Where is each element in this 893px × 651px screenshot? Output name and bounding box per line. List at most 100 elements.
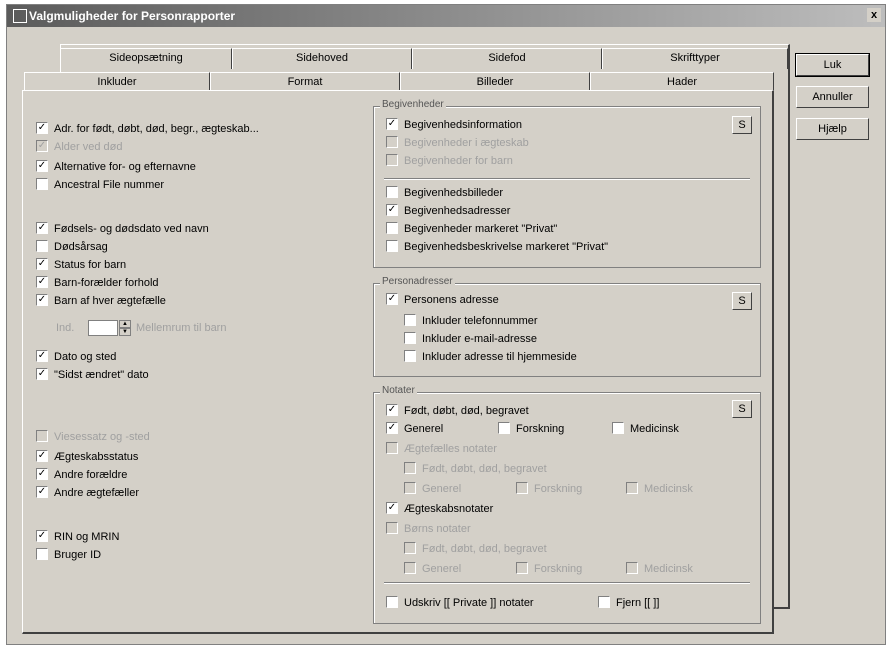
address-option-0[interactable]: ✓ Personens adresse [386,293,499,309]
option-13[interactable]: ✓ Andre forældre [36,468,127,484]
spin-down-icon[interactable]: ▼ [119,328,131,336]
checkbox-checked-icon: ✓ [36,276,48,289]
checkbox-label: Forskning [534,483,583,495]
events-group-title: Begivenheder [380,99,446,110]
notes-option-10: Børns notater [386,522,471,538]
option-14[interactable]: ✓ Andre ægtefæller [36,486,139,502]
checkbox-empty-icon [404,314,416,327]
checkbox-label: Barn af hver ægtefælle [54,295,166,307]
checkbox-empty-icon [386,154,398,167]
checkbox-label: RIN og MRIN [54,531,120,543]
option-2[interactable]: ✓ Alternative for- og efternavne [36,160,196,176]
checkbox-empty-icon [386,522,398,535]
checkbox-label: Født, døbt, død, begravet [404,405,529,417]
checkbox-label: Begivenheder for barn [404,155,513,167]
checkbox-checked-icon: ✓ [36,530,48,543]
address-s-button[interactable]: S [732,292,752,310]
address-option-2[interactable]: Inkluder e-mail-adresse [404,332,537,348]
notes-option-2[interactable]: Forskning [498,422,564,438]
option-11: Viesessatz og -sted [36,430,150,446]
checkbox-checked-icon: ✓ [386,293,398,306]
event-option-0[interactable]: ✓ Begivenhedsinformation [386,118,522,134]
event-option-1: Begivenheder i ægteskab [386,136,529,152]
checkbox-label: Ægteskabsstatus [54,451,139,463]
events-s-button[interactable]: S [732,116,752,134]
checkbox-empty-icon [386,186,398,199]
checkbox-checked-icon: ✓ [36,140,48,153]
notes-option-15[interactable]: Udskriv [[ Private ]] notater [386,596,534,612]
checkbox-label: "Sidst ændret" dato [54,369,149,381]
close-button[interactable]: x [867,8,881,22]
help-button[interactable]: Hjælp [796,118,869,140]
checkbox-empty-icon [598,596,610,609]
option-9[interactable]: ✓ Dato og sted [36,350,116,366]
address-group-title: Personadresser [380,276,455,287]
ok-button[interactable]: Luk [795,53,870,77]
checkbox-label: Begivenheder markeret "Privat" [404,223,558,235]
tab-sidefod[interactable]: Sidefod [412,48,602,69]
checkbox-label: Begivenhedsinformation [404,119,523,131]
checkbox-label: Medicinsk [644,483,693,495]
checkbox-label: Født, døbt, død, begravet [422,543,547,555]
spacing-input[interactable] [88,320,118,336]
notes-option-1[interactable]: ✓ Generel [386,422,443,438]
event-option-4[interactable]: ✓ Begivenhedsadresser [386,204,510,220]
spinner-suffix: Mellemrum til barn [136,322,227,334]
option-1: ✓ Alder ved død [36,140,122,156]
notes-option-7: Forskning [516,482,582,498]
notes-option-9[interactable]: ✓ Ægteskabsnotater [386,502,493,518]
checkbox-label: Andre ægtefæller [54,487,139,499]
checkbox-label: Medicinsk [644,563,693,575]
address-option-3[interactable]: Inkluder adresse til hjemmeside [404,350,577,366]
checkbox-empty-icon [404,350,416,363]
notes-group-title: Notater [380,385,417,396]
spin-up-icon[interactable]: ▲ [119,320,131,328]
option-16[interactable]: Bruger ID [36,548,101,564]
checkbox-checked-icon: ✓ [36,258,48,271]
option-7[interactable]: ✓ Barn-forælder forhold [36,276,159,292]
address-option-1[interactable]: Inkluder telefonnummer [404,314,538,330]
tab-sidehoved[interactable]: Sidehoved [232,48,412,69]
checkbox-checked-icon: ✓ [36,122,48,135]
checkbox-empty-icon [386,240,398,253]
notes-option-14: Medicinsk [626,562,693,578]
checkbox-label: Begivenheder i ægteskab [404,137,529,149]
checkbox-checked-icon: ✓ [386,118,398,131]
checkbox-checked-icon: ✓ [36,368,48,381]
option-12[interactable]: ✓ Ægteskabsstatus [36,450,138,466]
checkbox-label: Forskning [516,423,565,435]
event-option-6[interactable]: Begivenhedsbeskrivelse markeret "Privat" [386,240,608,256]
checkbox-empty-icon [36,240,48,253]
option-4[interactable]: ✓ Fødsels- og dødsdato ved navn [36,222,209,238]
notes-s-button[interactable]: S [732,400,752,418]
checkbox-label: Begivenhedsbeskrivelse markeret "Privat" [404,241,609,253]
checkbox-empty-icon [626,562,638,575]
checkbox-label: Født, døbt, død, begravet [422,463,547,475]
checkbox-empty-icon [498,422,510,435]
option-5[interactable]: Dødsårsag [36,240,108,256]
tab-skrifttyper[interactable]: Skrifttyper [602,48,788,69]
option-0[interactable]: ✓ Adr. for født, døbt, død, begr., ægtesk… [36,122,259,138]
option-6[interactable]: ✓ Status for barn [36,258,126,274]
event-option-3[interactable]: Begivenhedsbilleder [386,186,503,202]
option-8[interactable]: ✓ Barn af hver ægtefælle [36,294,166,310]
checkbox-checked-icon: ✓ [36,160,48,173]
notes-option-3[interactable]: Medicinsk [612,422,679,438]
checkbox-label: Generel [404,423,444,435]
option-10[interactable]: ✓ "Sidst ændret" dato [36,368,149,384]
checkbox-empty-icon [404,462,416,475]
option-3[interactable]: Ancestral File nummer [36,178,164,194]
event-option-5[interactable]: Begivenheder markeret "Privat" [386,222,557,238]
checkbox-empty-icon [626,482,638,495]
checkbox-label: Børns notater [404,523,471,535]
tab-sideopsaetning[interactable]: Sideopsætning [60,48,232,69]
checkbox-label: Fødsels- og dødsdato ved navn [54,223,209,235]
cancel-button[interactable]: Annuller [796,86,869,108]
notes-option-16[interactable]: Fjern [[ ]] [598,596,659,612]
checkbox-label: Barn-forælder forhold [54,277,159,289]
spinner-prefix: Ind. [56,322,75,334]
notes-option-0[interactable]: ✓ Født, døbt, død, begravet [386,404,529,420]
tab-inkluder[interactable]: Inkluder [24,72,210,92]
checkbox-empty-icon [36,178,48,191]
option-15[interactable]: ✓ RIN og MRIN [36,530,119,546]
